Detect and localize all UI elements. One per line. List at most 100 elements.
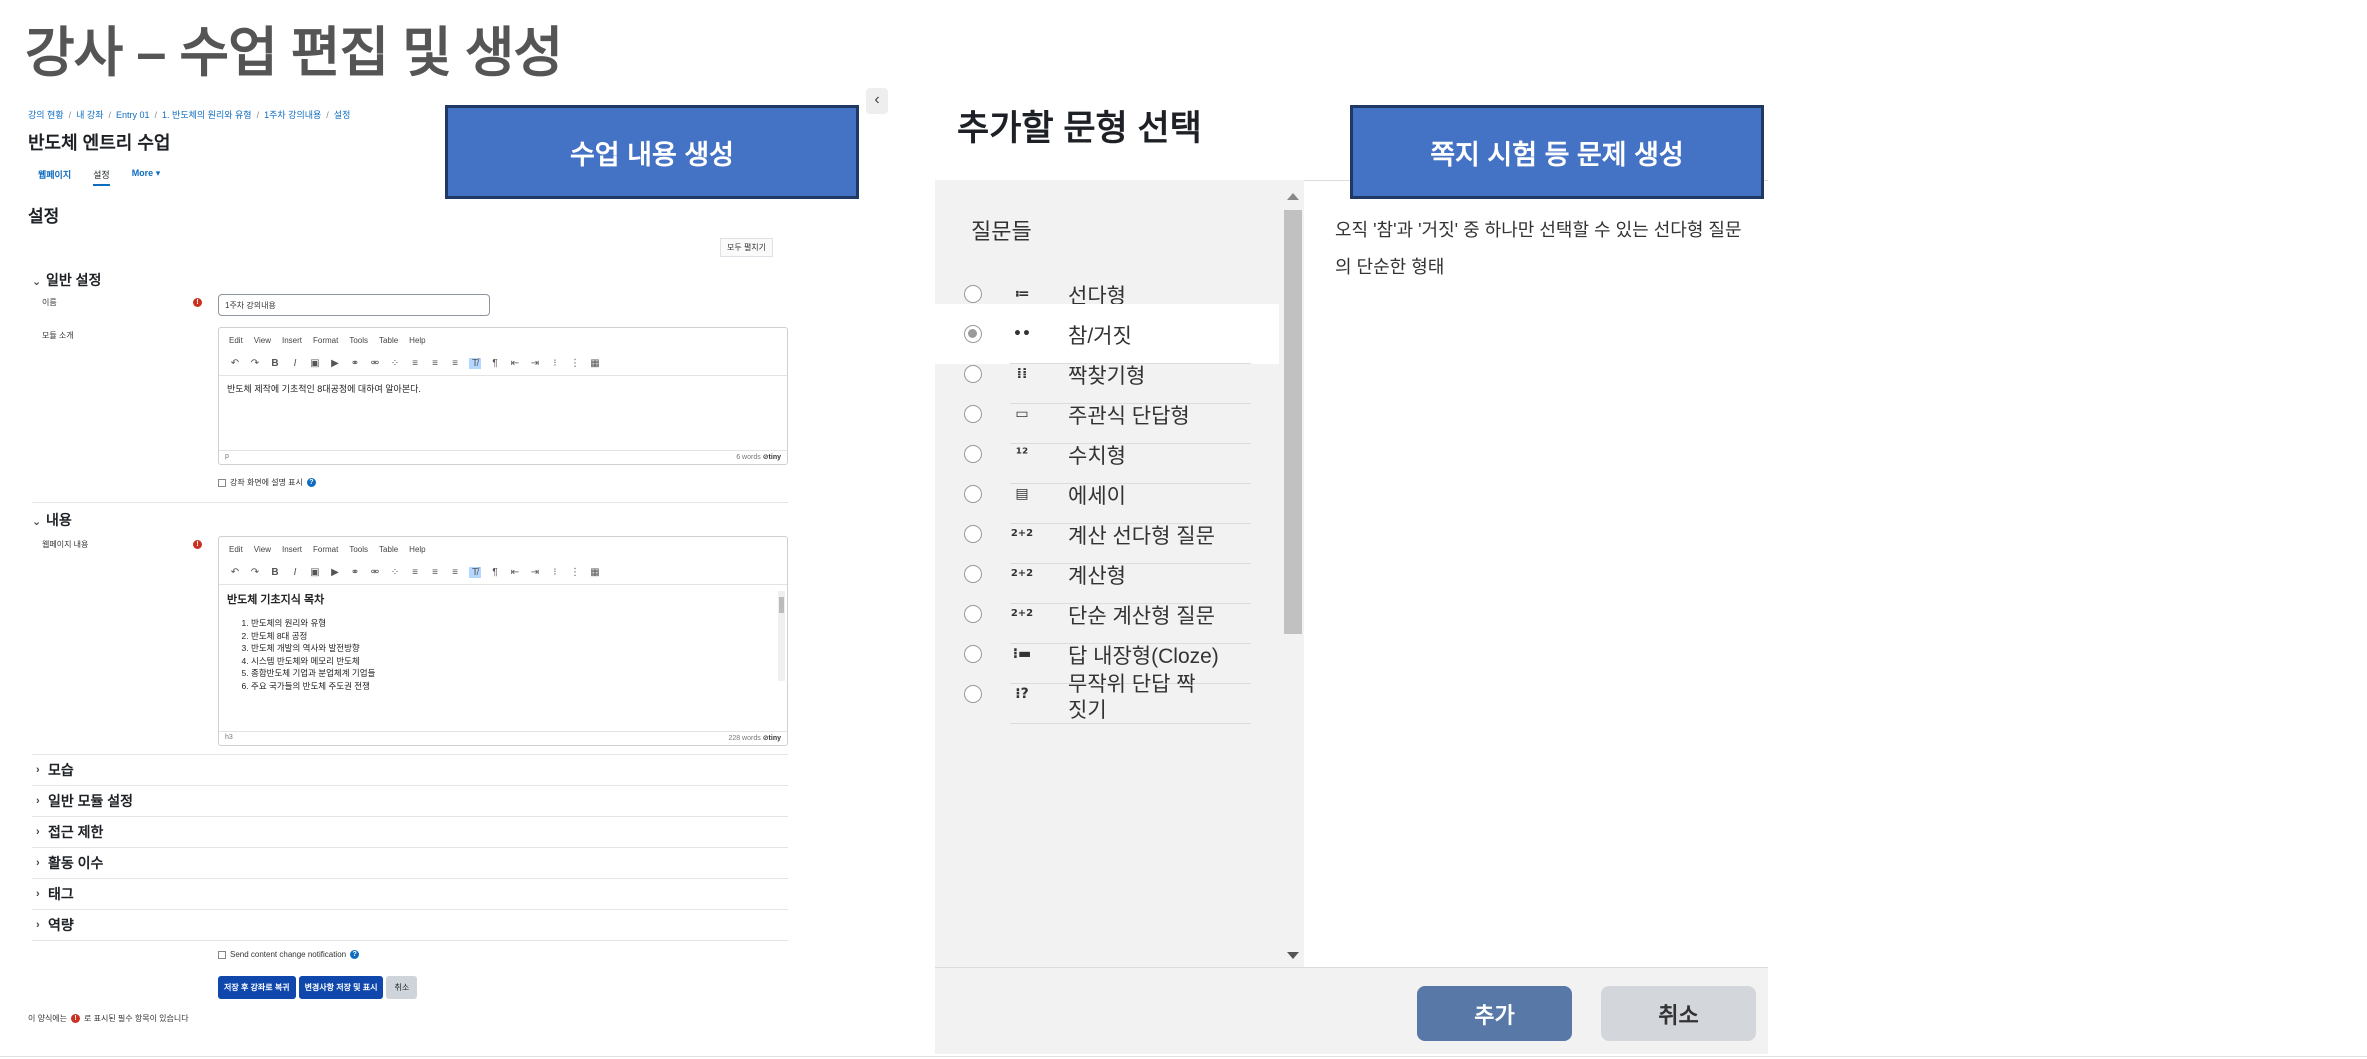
section-tags[interactable]: › 태그 [32,878,788,909]
help-icon[interactable]: ? [306,478,316,487]
link-icon[interactable]: ⚭ [349,358,361,369]
indent-icon[interactable]: ⇥ [529,567,541,578]
calculator-icon[interactable]: ▦ [589,567,601,578]
calculator-icon[interactable]: ▦ [589,358,601,369]
align-center-icon[interactable]: ≡ [429,567,441,578]
list-scrollbar[interactable] [1282,188,1304,963]
scroll-thumb[interactable] [1284,210,1302,634]
drawer-toggle-icon[interactable]: ‹ [866,88,888,114]
breadcrumb-item[interactable]: 1주차 강의내용 [264,110,321,120]
section-completion[interactable]: › 활동 이수 [32,847,788,878]
media-icon[interactable]: ▶ [329,358,341,369]
breadcrumb-item[interactable]: 내 강좌 [76,110,103,120]
menu-insert[interactable]: Insert [282,545,302,561]
clear-format-icon[interactable]: T̸ [469,358,481,369]
paragraph-icon[interactable]: ¶ [489,358,501,369]
h5p-icon[interactable]: ⁘ [389,567,401,578]
breadcrumb-item[interactable]: 설정 [334,110,351,120]
menu-tools[interactable]: Tools [349,336,368,352]
radio-button[interactable] [964,685,982,703]
numbered-list-icon[interactable]: ⋮ [569,358,581,369]
indent-icon[interactable]: ⇥ [529,358,541,369]
menu-help[interactable]: Help [409,545,425,561]
section-module-settings[interactable]: › 일반 모듈 설정 [32,785,788,816]
tab-more[interactable]: More ▾ [132,168,161,186]
paragraph-icon[interactable]: ¶ [489,567,501,578]
bullet-list-icon[interactable]: ⁝ [549,358,561,369]
radio-button[interactable] [964,565,982,583]
bold-icon[interactable]: B [269,358,281,369]
tab-settings[interactable]: 설정 [93,168,110,186]
description-editor[interactable]: Edit View Insert Format Tools Table Help… [218,327,788,465]
bullet-list-icon[interactable]: ⁝ [549,567,561,578]
page-content-body[interactable]: 반도체 기초지식 목차 반도체의 원리와 유형 반도체 8대 공정 반도체 개발… [219,585,787,698]
radio-button[interactable] [964,365,982,383]
cancel-button[interactable]: 취소 [386,976,418,999]
italic-icon[interactable]: I [289,358,301,369]
menu-view[interactable]: View [254,545,271,561]
align-right-icon[interactable]: ≡ [449,567,461,578]
show-description-checkbox[interactable] [218,478,226,487]
name-input[interactable] [218,294,490,316]
breadcrumb-item[interactable]: Entry 01 [116,110,150,120]
align-right-icon[interactable]: ≡ [449,358,461,369]
menu-insert[interactable]: Insert [282,336,302,352]
breadcrumb-item[interactable]: 1. 반도체의 원리와 유형 [162,110,252,120]
unlink-icon[interactable]: ⚮ [369,358,381,369]
menu-table[interactable]: Table [379,545,398,561]
menu-format[interactable]: Format [313,545,338,561]
page-content-editor[interactable]: Edit View Insert Format Tools Table Help… [218,536,788,746]
undo-icon[interactable]: ↶ [229,358,241,369]
menu-help[interactable]: Help [409,336,425,352]
radio-button[interactable] [964,445,982,463]
radio-button[interactable] [964,525,982,543]
undo-icon[interactable]: ↶ [229,567,241,578]
radio-button[interactable] [964,285,982,303]
radio-button[interactable] [964,605,982,623]
breadcrumb-item[interactable]: 강의 현황 [28,110,64,120]
menu-table[interactable]: Table [379,336,398,352]
section-content[interactable]: ⌄ 내용 [32,510,72,530]
section-restrict-access[interactable]: › 접근 제한 [32,816,788,847]
tab-webpage[interactable]: 웹페이지 [38,168,71,186]
clear-format-icon[interactable]: T̸ [469,567,481,578]
media-icon[interactable]: ▶ [329,567,341,578]
radio-button[interactable] [964,325,982,343]
question-type-option[interactable]: ⁝? 무작위 단답 짝짓기 [935,664,1279,724]
notify-row[interactable]: Send content change notification ? [218,950,360,959]
scroll-up-icon[interactable] [1287,193,1299,200]
save-display-button[interactable]: 변경사항 저장 및 표시 [298,976,384,999]
section-appearance[interactable]: › 모습 [32,754,788,785]
scroll-down-icon[interactable] [1287,952,1299,959]
menu-edit[interactable]: Edit [229,336,243,352]
save-return-button[interactable]: 저장 후 강좌로 복귀 [218,976,296,999]
menu-view[interactable]: View [254,336,271,352]
editor-scrollbar[interactable] [778,591,785,681]
cancel-button[interactable]: 취소 [1601,986,1756,1041]
h5p-icon[interactable]: ⁘ [389,358,401,369]
outdent-icon[interactable]: ⇤ [509,567,521,578]
show-description-row[interactable]: 강좌 화면에 설명 표시 ? [218,477,316,488]
notify-checkbox[interactable] [218,950,226,959]
italic-icon[interactable]: I [289,567,301,578]
add-button[interactable]: 추가 [1417,986,1572,1041]
redo-icon[interactable]: ↷ [249,358,261,369]
image-icon[interactable]: ▣ [309,567,321,578]
image-icon[interactable]: ▣ [309,358,321,369]
menu-edit[interactable]: Edit [229,545,243,561]
align-left-icon[interactable]: ≡ [409,567,421,578]
menu-tools[interactable]: Tools [349,545,368,561]
section-competencies[interactable]: › 역량 [32,909,788,940]
radio-button[interactable] [964,485,982,503]
align-left-icon[interactable]: ≡ [409,358,421,369]
redo-icon[interactable]: ↷ [249,567,261,578]
expand-all-button[interactable]: 모두 펼치기 [720,238,774,257]
outdent-icon[interactable]: ⇤ [509,358,521,369]
unlink-icon[interactable]: ⚮ [369,567,381,578]
help-icon[interactable]: ? [350,950,360,959]
bold-icon[interactable]: B [269,567,281,578]
description-text[interactable]: 반도체 제작에 기초적인 8대공정에 대하여 알아본다. [219,376,787,401]
align-center-icon[interactable]: ≡ [429,358,441,369]
radio-button[interactable] [964,645,982,663]
link-icon[interactable]: ⚭ [349,567,361,578]
